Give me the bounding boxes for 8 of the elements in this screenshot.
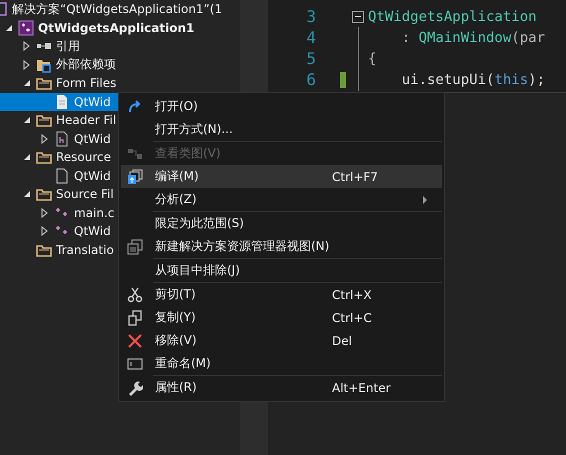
code-line: { (368, 50, 376, 66)
line-number: 4 (305, 28, 316, 47)
code-line: : QMainWindow(par (400, 30, 546, 46)
line-number: 6 (305, 70, 316, 89)
line-number: 5 (305, 49, 316, 68)
code-line: ui.setupUi(this); (400, 72, 546, 88)
code-line: QtWidgetsApplication (368, 8, 537, 24)
line-number: 3 (305, 7, 316, 26)
